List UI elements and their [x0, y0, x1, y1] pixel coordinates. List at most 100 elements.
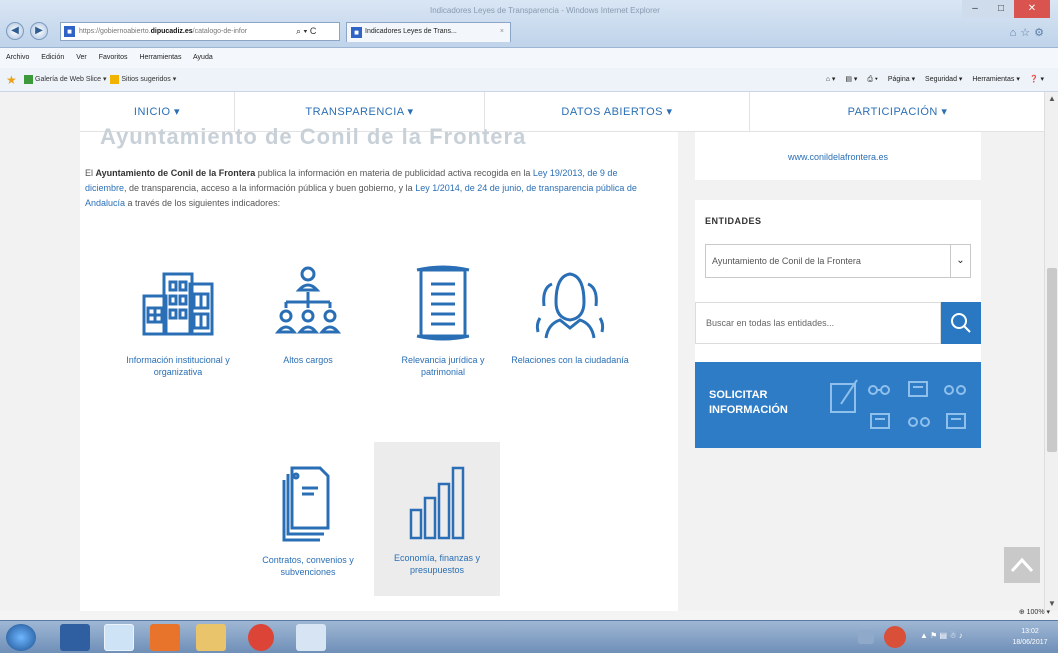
intro-paragraph: El Ayuntamiento de Conil de la Frontera …: [85, 166, 655, 211]
page-viewport: INICIO ▾ TRANSPARENCIA ▾ DATOS ABIERTOS …: [0, 92, 1058, 611]
tab-title: Indicadores Leyes de Trans...: [365, 28, 457, 35]
window-title: Indicadores Leyes de Transparencia - Win…: [430, 6, 660, 15]
internet-explorer-icon[interactable]: [104, 624, 134, 651]
nav-participacion[interactable]: PARTICIPACIÓN ▾: [750, 92, 1045, 132]
main-content: Ayuntamiento de Conil de la Frontera El …: [80, 124, 678, 611]
solicitar-line-1: SOLICITAR: [709, 389, 768, 401]
solicitar-line-2: INFORMACIÓN: [709, 404, 788, 416]
address-url-domain: dipucadiz.es: [150, 28, 193, 35]
scroll-thumb[interactable]: [1047, 268, 1057, 452]
intro-text-1: publica la información en materia de pub…: [255, 168, 533, 178]
home-icon[interactable]: ⌂ ▾: [826, 76, 836, 83]
bar-chart-icon: [409, 466, 465, 540]
intro-bold: Ayuntamiento de Conil de la Frontera: [95, 168, 256, 178]
intro-text-2: , de transparencia, acceso a la informac…: [124, 183, 416, 193]
indicator-label: Economía, finanzas y presupuestos: [393, 553, 481, 575]
windows-taskbar: ▲ ⚑ ▤ ☃ ♪ 13:02 18/06/2017: [0, 620, 1058, 653]
back-button[interactable]: ◀: [6, 22, 24, 40]
file-explorer-icon[interactable]: [196, 624, 226, 651]
help-icon[interactable]: ❓ ▾: [1030, 76, 1044, 83]
indicator-informacion-institucional[interactable]: Información institucional y organizativa: [115, 262, 241, 378]
entity-selected-value: Ayuntamiento de Conil de la Frontera: [712, 256, 861, 266]
scroll-up-icon[interactable]: ▲: [1045, 92, 1058, 106]
search-button[interactable]: [941, 302, 981, 344]
home-star-gear-icons[interactable]: ⌂☆⚙: [1010, 26, 1048, 39]
show-desktop-icon[interactable]: [60, 624, 90, 651]
indicator-relevancia-juridica[interactable]: Relevancia jurídica y patrimonial: [380, 262, 506, 378]
entities-title: ENTIDADES: [705, 216, 762, 226]
start-button[interactable]: [6, 624, 36, 651]
cmd-herramientas[interactable]: Herramientas ▾: [972, 76, 1019, 83]
solicitar-informacion-button[interactable]: SOLICITAR INFORMACIÓN: [695, 362, 981, 448]
address-url-suffix: /catalogo-de-infor: [192, 28, 248, 35]
maximize-button[interactable]: □: [988, 0, 1014, 18]
indicator-label: Altos cargos: [283, 355, 333, 365]
indicator-label: Contratos, convenios y subvenciones: [262, 555, 354, 577]
indicator-contratos-convenios[interactable]: Contratos, convenios y subvenciones: [245, 462, 371, 578]
taskbar-clock[interactable]: 13:02 18/06/2017: [1010, 626, 1050, 648]
intro-text-3: a través de los siguientes indicadores:: [125, 198, 281, 208]
sidebar-website-box: www.conildelafrontera.es: [695, 132, 981, 180]
media-player-icon[interactable]: [150, 624, 180, 651]
menu-edicion[interactable]: Edición: [41, 54, 64, 61]
address-actions[interactable]: ⌕ ▾ C: [296, 22, 316, 40]
indicator-altos-cargos[interactable]: Altos cargos: [245, 262, 371, 366]
people-icon: [535, 272, 605, 339]
system-tray: ▲ ⚑ ▤ ☃ ♪ 13:02 18/06/2017: [828, 621, 1058, 654]
menu-ver[interactable]: Ver: [76, 54, 87, 61]
menu-herramientas[interactable]: Herramientas: [139, 54, 181, 61]
cmd-seguridad[interactable]: Seguridad ▾: [925, 76, 962, 83]
status-bar: ⊕ 100% ▾: [0, 608, 1058, 620]
fav-suggested-sites[interactable]: Sitios sugeridos ▾: [121, 76, 176, 83]
zoom-level[interactable]: ⊕ 100% ▾: [1019, 608, 1050, 616]
tab-close-icon[interactable]: ×: [500, 23, 504, 41]
tab-favicon-icon: ■: [351, 27, 362, 38]
web-slice-icon: [24, 74, 33, 84]
favorites-star-icon[interactable]: ★: [6, 68, 17, 92]
cmd-pagina[interactable]: Página ▾: [888, 76, 915, 83]
address-url-prefix: https://gobiernoabierto.: [79, 28, 151, 35]
entities-panel: ENTIDADES Ayuntamiento de Conil de la Fr…: [695, 200, 981, 378]
clock-time: 13:02: [1021, 628, 1039, 635]
intro-prefix: El: [85, 168, 96, 178]
print-icon[interactable]: ⎙ ▾: [867, 76, 878, 83]
scroll-icon: [416, 265, 470, 341]
indicator-economia-finanzas[interactable]: Economía, finanzas y presupuestos: [374, 442, 500, 596]
suggested-sites-icon: [110, 74, 120, 84]
forward-button[interactable]: ▶: [30, 22, 48, 40]
tray-notification-icon[interactable]: [884, 626, 906, 648]
favorites-bar: ★ Galería de Web Slice ▾ Sitios sugerido…: [0, 68, 1058, 92]
indicator-relaciones-ciudadania[interactable]: Relaciones con la ciudadanía: [507, 262, 633, 366]
indicator-label: Relaciones con la ciudadanía: [511, 355, 629, 365]
documents-icon: [282, 466, 330, 542]
tray-language-icon[interactable]: [858, 630, 874, 644]
app-window-icon[interactable]: [296, 624, 326, 651]
org-chart-icon: [274, 266, 342, 334]
menu-favoritos[interactable]: Favoritos: [99, 54, 128, 61]
website-link[interactable]: www.conildelafrontera.es: [695, 152, 981, 162]
menu-ayuda[interactable]: Ayuda: [193, 54, 213, 61]
menu-bar: Archivo Edición Ver Favoritos Herramient…: [0, 48, 1058, 68]
page-title: Ayuntamiento de Conil de la Frontera: [100, 124, 527, 149]
chevron-down-icon[interactable]: ⌄: [950, 245, 970, 277]
site-favicon-icon: ■: [64, 26, 75, 37]
menu-archivo[interactable]: Archivo: [6, 54, 29, 61]
feeds-icon[interactable]: ▤ ▾: [845, 76, 857, 83]
solicitar-label: SOLICITAR INFORMACIÓN: [709, 388, 819, 418]
tab-indicadores[interactable]: ■ Indicadores Leyes de Trans... ×: [346, 22, 511, 42]
command-bar: ⌂ ▾ ▤ ▾ ⎙ ▾ Página ▾ Seguridad ▾ Herrami…: [818, 68, 1044, 92]
window-controls: – □ ✕: [962, 0, 1050, 18]
page-scrollbar[interactable]: ▲ ▼: [1044, 92, 1058, 611]
entity-select[interactable]: Ayuntamiento de Conil de la Frontera ⌄: [705, 244, 971, 278]
chrome-icon[interactable]: [248, 624, 274, 651]
minimize-button[interactable]: –: [962, 0, 988, 18]
close-window-button[interactable]: ✕: [1014, 0, 1050, 18]
back-to-top-button[interactable]: [1004, 547, 1040, 583]
fav-web-slice[interactable]: Galería de Web Slice ▾: [35, 76, 106, 83]
favorites-links: Galería de Web Slice ▾ Sitios sugeridos …: [24, 68, 176, 92]
entity-search-input[interactable]: Buscar en todas las entidades...: [695, 302, 941, 344]
indicator-label: Información institucional y organizativa: [126, 355, 230, 377]
chevron-up-icon: [1010, 557, 1034, 573]
tray-icons[interactable]: ▲ ⚑ ▤ ☃ ♪: [920, 631, 1010, 643]
clock-date: 18/06/2017: [1012, 639, 1048, 646]
